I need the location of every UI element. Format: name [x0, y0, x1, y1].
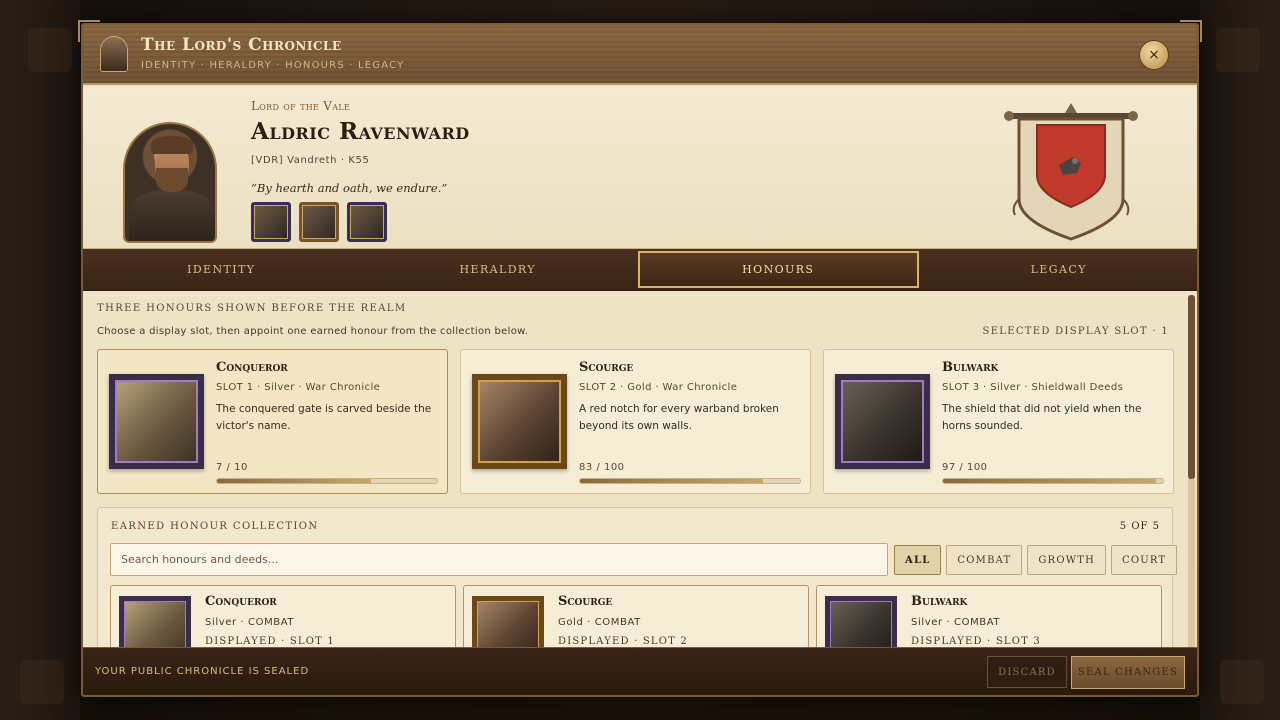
portrait-beard — [156, 168, 188, 192]
slot-title: Scourge — [579, 360, 634, 375]
lord-portrait — [123, 122, 217, 243]
heraldic-banner-icon[interactable] — [1001, 103, 1141, 243]
slot-progress-text: 7 / 10 — [216, 462, 248, 473]
badge-conqueror-icon[interactable] — [251, 202, 291, 242]
filter-growth-button[interactable]: GROWTH — [1027, 545, 1106, 575]
discard-button[interactable]: DISCARD — [987, 656, 1067, 688]
portrait-hair — [151, 136, 193, 154]
background-icon — [28, 28, 72, 72]
scourge-emblem-icon — [472, 596, 544, 647]
scourge-emblem-icon — [472, 374, 567, 469]
card-status: DISPLAYED · SLOT 3 — [911, 636, 1041, 647]
background-icon — [1220, 660, 1264, 704]
slot-progress-text: 83 / 100 — [579, 462, 625, 473]
progress-fill — [580, 479, 763, 483]
conqueror-emblem-icon — [109, 374, 204, 469]
slot-subtitle: SLOT 2 · Gold · War Chronicle — [579, 382, 738, 393]
slot-description: The conquered gate is carved beside the … — [216, 403, 432, 432]
lord-meta: [VDR] Vandreth · K55 — [251, 155, 370, 166]
display-slot-3[interactable]: Bulwark SLOT 3 · Silver · Shieldwall Dee… — [823, 349, 1174, 494]
slot-subtitle: SLOT 3 · Silver · Shieldwall Deeds — [942, 382, 1124, 393]
slot-description: The shield that did not yield when the h… — [942, 403, 1142, 432]
slot-description: A red notch for every warband broken bey… — [579, 403, 779, 432]
title-bar: The Lord's Chronicle IDENTITY · HERALDRY… — [83, 25, 1197, 85]
selected-slot-indicator: SELECTED DISPLAY SLOT · 1 — [982, 326, 1169, 337]
seal-changes-button[interactable]: SEAL CHANGES — [1071, 656, 1185, 689]
slot-progress-bar — [216, 478, 438, 484]
badge-bulwark-icon[interactable] — [347, 202, 387, 242]
lord-name: Aldric Ravenward — [251, 118, 470, 145]
section-title: THREE HONOURS SHOWN BEFORE THE REALM — [97, 303, 407, 314]
background-icon — [1216, 28, 1260, 72]
card-subtitle: Silver · COMBAT — [911, 617, 1001, 628]
conqueror-emblem-icon — [119, 596, 191, 647]
honour-card[interactable]: Scourge Gold · COMBAT DISPLAYED · SLOT 2 — [463, 585, 809, 647]
title-portrait-icon — [100, 36, 128, 72]
slot-progress-bar — [579, 478, 801, 484]
tab-heraldry[interactable]: HERALDRY — [360, 249, 637, 290]
honours-panel: THREE HONOURS SHOWN BEFORE THE REALM Cho… — [83, 291, 1197, 647]
filter-combat-button[interactable]: COMBAT — [946, 545, 1023, 575]
card-title: Conqueror — [205, 594, 277, 609]
slot-title: Conqueror — [216, 360, 288, 375]
honour-collection: EARNED HONOUR COLLECTION 5 OF 5 ALL COMB… — [97, 507, 1178, 647]
window-crumbs: IDENTITY · HERALDRY · HONOURS · LEGACY — [141, 60, 405, 71]
filter-all-button[interactable]: ALL — [894, 545, 942, 575]
slot-progress-bar — [942, 478, 1164, 484]
card-title: Bulwark — [911, 594, 968, 609]
display-slot-2[interactable]: Scourge SLOT 2 · Gold · War Chronicle A … — [460, 349, 811, 494]
slot-title: Bulwark — [942, 360, 999, 375]
tab-honours[interactable]: HONOURS — [638, 251, 919, 288]
lord-title: Lord of the Vale — [251, 99, 351, 113]
portrait-body — [129, 190, 215, 241]
card-subtitle: Silver · COMBAT — [205, 617, 295, 628]
close-button[interactable]: × — [1139, 40, 1169, 70]
progress-fill — [217, 479, 371, 483]
bulwark-emblem-icon — [835, 374, 930, 469]
scrollbar-thumb[interactable] — [1188, 295, 1195, 479]
slot-progress-text: 97 / 100 — [942, 462, 988, 473]
card-status: DISPLAYED · SLOT 2 — [558, 636, 688, 647]
tab-legacy[interactable]: LEGACY — [921, 249, 1198, 290]
tab-identity[interactable]: IDENTITY — [83, 249, 360, 290]
footer-bar: YOUR PUBLIC CHRONICLE IS SEALED DISCARD … — [83, 647, 1197, 695]
card-status: DISPLAYED · SLOT 1 — [205, 636, 335, 647]
lord-motto: “By hearth and oath, we endure.” — [251, 181, 448, 195]
search-input[interactable] — [110, 543, 888, 576]
filter-group: ALL COMBAT GROWTH COURT — [894, 545, 1178, 575]
displayed-badges — [251, 202, 387, 242]
tab-bar: IDENTITY HERALDRY HONOURS LEGACY — [83, 249, 1197, 291]
profile-header: Lord of the Vale Aldric Ravenward [VDR] … — [83, 87, 1197, 249]
display-slot-1[interactable]: Conqueror SLOT 1 · Silver · War Chronicl… — [97, 349, 448, 494]
card-title: Scourge — [558, 594, 613, 609]
honour-card[interactable]: Conqueror Silver · COMBAT DISPLAYED · SL… — [110, 585, 456, 647]
badge-scourge-icon[interactable] — [299, 202, 339, 242]
chronicle-modal: The Lord's Chronicle IDENTITY · HERALDRY… — [81, 23, 1199, 697]
filter-court-button[interactable]: COURT — [1111, 545, 1178, 575]
frame-corner-ornament — [78, 20, 100, 42]
seal-status: YOUR PUBLIC CHRONICLE IS SEALED — [95, 666, 310, 677]
background-icon — [20, 660, 64, 704]
frame-corner-ornament — [1180, 20, 1202, 42]
card-subtitle: Gold · COMBAT — [558, 617, 641, 628]
background-right — [1200, 0, 1280, 720]
bulwark-emblem-icon — [825, 596, 897, 647]
background-left — [0, 0, 80, 720]
collection-count: 5 OF 5 — [1119, 521, 1160, 532]
window-title: The Lord's Chronicle — [141, 35, 342, 55]
progress-fill — [943, 479, 1157, 483]
slot-subtitle: SLOT 1 · Silver · War Chronicle — [216, 382, 381, 393]
section-help: Choose a display slot, then appoint one … — [97, 326, 529, 337]
honour-card[interactable]: Bulwark Silver · COMBAT DISPLAYED · SLOT… — [816, 585, 1162, 647]
collection-title: EARNED HONOUR COLLECTION — [111, 521, 319, 532]
